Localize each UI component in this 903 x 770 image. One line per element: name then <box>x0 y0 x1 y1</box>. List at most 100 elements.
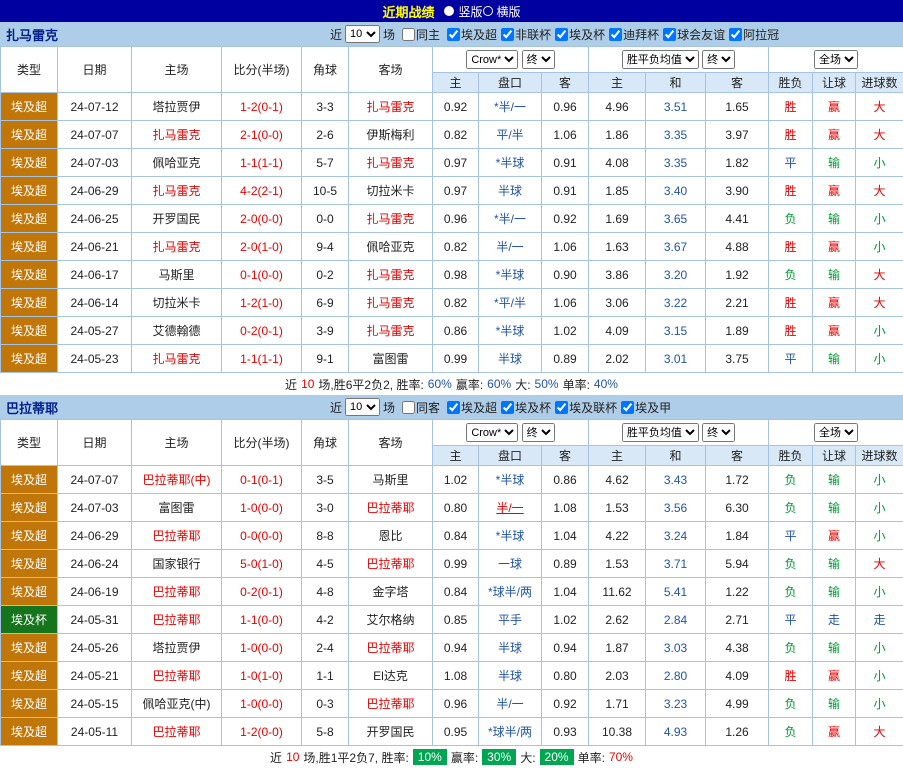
league-checkbox[interactable] <box>729 28 742 41</box>
corner-count: 9-4 <box>302 233 349 261</box>
league-filter[interactable]: 埃及超 <box>443 399 497 416</box>
league-checkbox[interactable] <box>621 401 634 414</box>
recent-count-select[interactable]: 10 <box>345 398 380 416</box>
europe-odds-select[interactable]: 胜平负均值 <box>622 50 699 69</box>
match-date: 24-05-21 <box>58 662 132 690</box>
home-win-odds: 1.87 <box>589 634 646 662</box>
odds-source-select[interactable]: Crow* <box>466 423 518 442</box>
handicap-result-indicator: 赢 <box>813 718 856 746</box>
result-indicator: 胜 <box>769 662 813 690</box>
table-header: 类型 日期 主场 比分(半场) 角球 客场 Crow* 终 胜平负均值 终 全场… <box>1 47 903 93</box>
league-filter[interactable]: 埃及甲 <box>617 399 671 416</box>
asian-final-select[interactable]: 终 <box>522 423 555 442</box>
odds-source-select[interactable]: Crow* <box>466 50 518 69</box>
asian-handicap: 半球 <box>479 662 542 690</box>
asian-handicap: *半球 <box>479 149 542 177</box>
league-checkbox[interactable] <box>447 401 460 414</box>
stat-label: 大: <box>520 749 535 766</box>
goals-result-indicator: 大 <box>856 93 903 121</box>
league-filter[interactable]: 迪拜杯 <box>605 26 659 43</box>
league-checkbox[interactable] <box>501 401 514 414</box>
col-header-away: 客场 <box>349 47 433 93</box>
sub-header-goals: 进球数 <box>856 73 903 93</box>
europe-final-select[interactable]: 终 <box>702 50 735 69</box>
draw-odds: 3.22 <box>646 289 706 317</box>
europe-final-select[interactable]: 终 <box>702 423 735 442</box>
league-filter-group: 埃及超埃及杯埃及联杯埃及甲 <box>443 399 671 416</box>
draw-odds: 2.84 <box>646 606 706 634</box>
filter-bar: 近 10 场 同主 埃及超非联杯埃及杯迪拜杯球会友谊阿拉冠 <box>330 25 779 43</box>
asian-handicap: *球半/两 <box>479 578 542 606</box>
league-filter[interactable]: 埃及杯 <box>497 399 551 416</box>
league-filter[interactable]: 阿拉冠 <box>725 26 779 43</box>
league-filter[interactable]: 球会友谊 <box>659 26 725 43</box>
result-indicator: 胜 <box>769 289 813 317</box>
home-win-odds: 1.85 <box>589 177 646 205</box>
europe-odds-select[interactable]: 胜平负均值 <box>622 423 699 442</box>
home-team: 佩哈亚克(中) <box>132 690 222 718</box>
corner-count: 3-3 <box>302 93 349 121</box>
league-filter[interactable]: 非联杯 <box>497 26 551 43</box>
stat-value: 60% <box>428 377 452 391</box>
match-row: 埃及超24-06-17马斯里0-1(0-0)0-2扎马雷克0.98*半球0.90… <box>1 261 903 289</box>
recent-count-select[interactable]: 10 <box>345 25 380 43</box>
stat-value: 40% <box>594 377 618 391</box>
scope-header-cell: 全场 <box>769 47 903 73</box>
league-checkbox[interactable] <box>555 401 568 414</box>
same-venue-filter[interactable]: 同主 <box>398 26 440 43</box>
goals-result-indicator: 大 <box>856 550 903 578</box>
goals-result-indicator: 小 <box>856 662 903 690</box>
scope-select[interactable]: 全场 <box>814 423 858 442</box>
league-filter[interactable]: 埃及超 <box>443 26 497 43</box>
radio-icon[interactable] <box>483 6 493 16</box>
same-venue-filter[interactable]: 同客 <box>398 399 440 416</box>
match-date: 24-05-31 <box>58 606 132 634</box>
goals-result-indicator: 大 <box>856 718 903 746</box>
asian-handicap: 平/半 <box>479 121 542 149</box>
away-win-odds: 1.89 <box>706 317 769 345</box>
same-venue-checkbox[interactable] <box>402 28 415 41</box>
away-win-odds: 3.97 <box>706 121 769 149</box>
home-team: 巴拉蒂耶 <box>132 662 222 690</box>
summary-stats: 60%赢率:60%大:50%单率:40% <box>428 376 618 393</box>
league-checkbox[interactable] <box>663 28 676 41</box>
goals-result-indicator: 小 <box>856 233 903 261</box>
stat-value: 70% <box>609 750 633 764</box>
asian-final-select[interactable]: 终 <box>522 50 555 69</box>
scope-select[interactable]: 全场 <box>814 50 858 69</box>
away-win-odds: 4.41 <box>706 205 769 233</box>
layout-option[interactable]: 横版 <box>483 3 521 20</box>
home-win-odds: 1.63 <box>589 233 646 261</box>
result-indicator: 负 <box>769 718 813 746</box>
match-row: 埃及超24-07-07巴拉蒂耶(中)0-1(0-1)3-5马斯里1.02*半球0… <box>1 466 903 494</box>
handicap-result-indicator: 输 <box>813 261 856 289</box>
league-checkbox[interactable] <box>609 28 622 41</box>
handicap-result-indicator: 赢 <box>813 317 856 345</box>
home-win-odds: 4.22 <box>589 522 646 550</box>
asian-home-odds: 0.96 <box>433 205 479 233</box>
asian-away-odds: 0.89 <box>542 345 589 373</box>
asian-away-odds: 0.93 <box>542 718 589 746</box>
handicap-result-indicator: 输 <box>813 345 856 373</box>
corner-count: 2-6 <box>302 121 349 149</box>
match-row: 埃及超24-06-21扎马雷克2-0(1-0)9-4佩哈亚克0.82半/一1.0… <box>1 233 903 261</box>
score: 0-1(0-0) <box>222 261 302 289</box>
goals-result-indicator: 大 <box>856 177 903 205</box>
same-venue-checkbox[interactable] <box>402 401 415 414</box>
asian-away-odds: 0.94 <box>542 634 589 662</box>
home-win-odds: 11.62 <box>589 578 646 606</box>
league-checkbox[interactable] <box>501 28 514 41</box>
corner-count: 5-7 <box>302 149 349 177</box>
sub-header-home-odds: 主 <box>589 446 646 466</box>
draw-odds: 3.01 <box>646 345 706 373</box>
layout-option[interactable]: 竖版 <box>444 3 482 20</box>
asian-home-odds: 0.80 <box>433 494 479 522</box>
radio-icon[interactable] <box>444 6 454 16</box>
league-checkbox[interactable] <box>447 28 460 41</box>
league-checkbox[interactable] <box>555 28 568 41</box>
result-indicator: 胜 <box>769 317 813 345</box>
corner-count: 3-5 <box>302 466 349 494</box>
league-filter[interactable]: 埃及杯 <box>551 26 605 43</box>
league-filter[interactable]: 埃及联杯 <box>551 399 617 416</box>
away-win-odds: 2.21 <box>706 289 769 317</box>
